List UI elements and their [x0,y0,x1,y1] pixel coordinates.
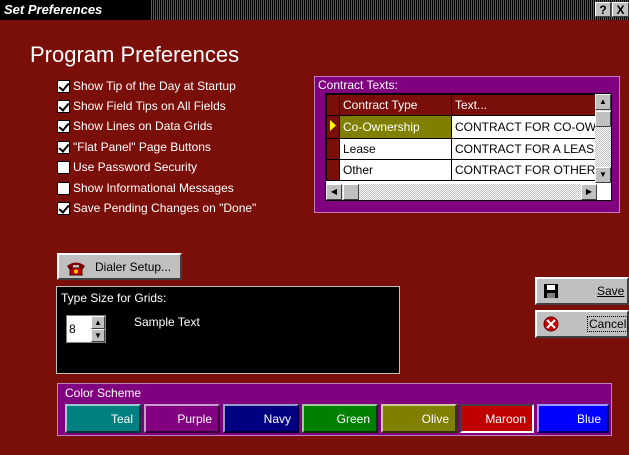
contract-text-cell[interactable]: CONTRACT FOR OTHER [450,159,601,181]
color-option-olive[interactable]: Olive [381,404,457,433]
option-label: Show Field Tips on All Fields [73,99,226,113]
sample-text-preview: Sample Text [134,315,200,329]
table-header-row: Contract Type Text... [326,94,601,116]
checkbox[interactable] [57,99,70,113]
scroll-up-icon[interactable]: ▲ [595,94,611,110]
page-title: Program Preferences [30,42,240,67]
window-title: Set Preferences [4,2,103,17]
color-option-purple[interactable]: Purple [144,404,220,433]
color-option-maroon[interactable]: Maroon [460,404,534,433]
color-scheme-label: Color Scheme [65,386,142,400]
row-selector[interactable] [326,138,340,160]
contract-texts-grid[interactable]: Contract Type Text... Co-Ownership CONTR… [325,93,612,201]
option-label: Show Informational Messages [73,181,234,195]
option-label: Show Tip of the Day at Startup [73,79,236,93]
option-show-grid-lines[interactable]: Show Lines on Data Grids [57,117,212,135]
increase-size-icon[interactable]: ▲ [91,316,105,329]
type-size-panel: Type Size for Grids: 8 ▲ ▼ Sample Text [56,286,400,374]
color-scheme-panel: Color Scheme Teal Purple Navy Green Oliv… [57,383,612,436]
option-label: Save Pending Changes on "Done" [73,201,257,215]
column-header-type[interactable]: Contract Type [339,94,452,116]
disk-icon [544,284,558,298]
row-selector[interactable] [326,159,340,181]
color-option-green[interactable]: Green [302,404,378,433]
option-informational-messages[interactable]: Show Informational Messages [57,179,234,197]
contract-type-cell[interactable]: Co-Ownership [339,115,452,139]
option-save-pending-changes[interactable]: Save Pending Changes on "Done" [57,199,256,217]
vertical-scrollbar[interactable]: ▲ ▼ [595,94,611,183]
cancel-label: Cancel [587,316,629,332]
dialer-setup-label: Dialer Setup... [95,259,172,274]
scroll-down-icon[interactable]: ▼ [595,167,611,183]
color-option-blue[interactable]: Blue [537,404,609,433]
option-label: Show Lines on Data Grids [73,119,213,133]
type-size-value: 8 [69,322,76,336]
option-show-tip-of-day[interactable]: Show Tip of the Day at Startup [57,77,236,95]
close-button[interactable]: X [612,2,629,17]
decrease-size-icon[interactable]: ▼ [91,329,105,342]
current-row-arrow-icon [330,120,336,131]
scroll-thumb[interactable] [595,111,611,127]
option-password-security[interactable]: Use Password Security [57,158,197,176]
contract-type-cell[interactable]: Lease [339,138,452,160]
scroll-left-icon[interactable]: ◀ [326,184,342,200]
checkbox[interactable] [57,140,70,154]
dialer-setup-button[interactable]: Dialer Setup... [57,253,182,280]
checkbox[interactable] [57,160,70,174]
color-option-teal[interactable]: Teal [65,404,141,433]
scroll-thumb-horizontal[interactable] [343,184,359,200]
cancel-icon [543,316,559,332]
table-row[interactable]: Other CONTRACT FOR OTHER [326,159,601,181]
checkbox[interactable] [57,119,70,133]
cancel-button[interactable]: Cancel [535,310,629,338]
checkbox[interactable] [57,79,70,93]
type-size-label: Type Size for Grids: [61,291,167,305]
contract-text-cell[interactable]: CONTRACT FOR CO-OW [450,115,601,139]
option-label: Use Password Security [73,160,198,174]
save-button[interactable]: Save [535,277,629,305]
type-size-stepper[interactable]: 8 ▲ ▼ [66,315,106,343]
contract-table: Contract Type Text... Co-Ownership CONTR… [326,94,601,181]
column-header-text[interactable]: Text... [450,94,601,116]
color-option-navy[interactable]: Navy [223,404,299,433]
phone-icon [67,262,85,275]
row-selector[interactable] [326,115,340,139]
scroll-right-icon[interactable]: ▶ [581,184,597,200]
checkbox[interactable] [57,181,70,195]
contract-type-cell[interactable]: Other [339,159,452,181]
option-label: "Flat Panel" Page Buttons [73,140,211,154]
help-button[interactable]: ? [595,2,611,17]
contract-text-cell[interactable]: CONTRACT FOR A LEAS [450,138,601,160]
title-bar: Set Preferences ? X [0,0,629,20]
option-flat-panel-buttons[interactable]: "Flat Panel" Page Buttons [57,138,211,156]
option-show-field-tips[interactable]: Show Field Tips on All Fields [57,97,226,115]
preferences-window: Set Preferences ? X Program Preferences … [0,0,629,455]
contract-texts-label: Contract Texts: [318,78,398,92]
horizontal-scrollbar[interactable]: ◀ ▶ [326,184,597,200]
table-row[interactable]: Lease CONTRACT FOR A LEAS [326,138,601,160]
save-label: Save [597,284,625,298]
table-row[interactable]: Co-Ownership CONTRACT FOR CO-OW [326,115,601,139]
contract-texts-panel: Contract Texts: Contract Type Text... Co… [314,76,620,213]
checkbox[interactable] [57,201,70,215]
